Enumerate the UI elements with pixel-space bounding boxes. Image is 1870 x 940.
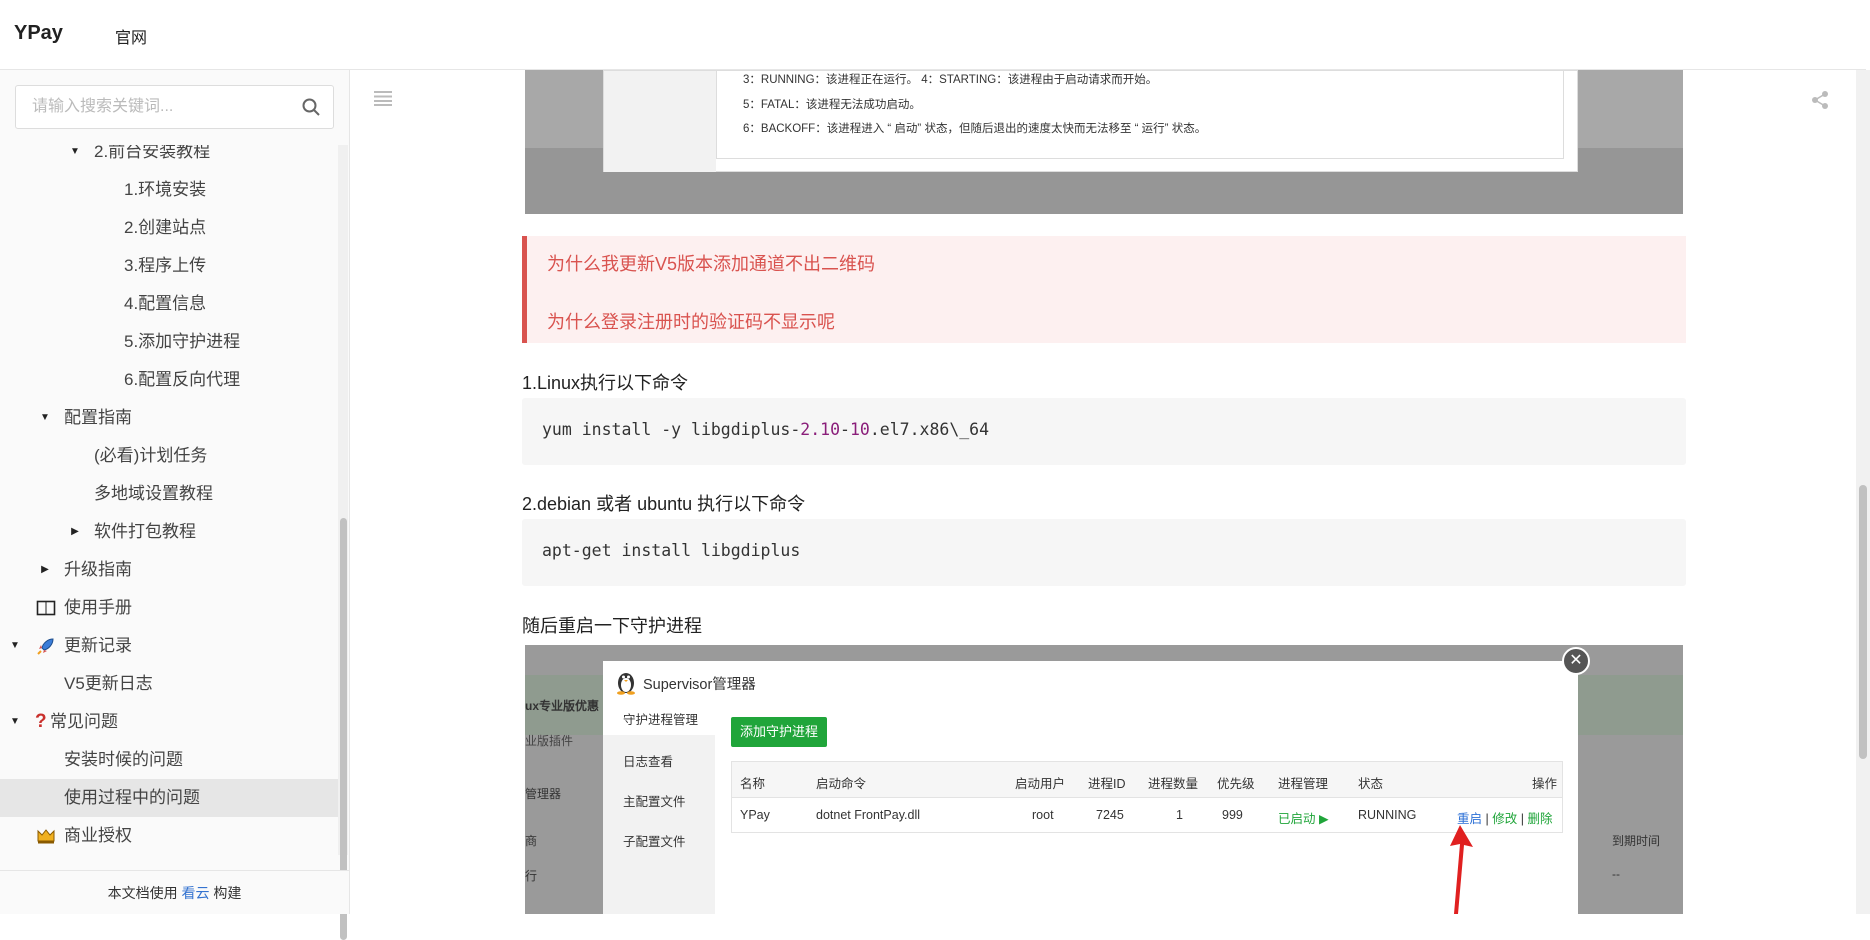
faq-link-captcha[interactable]: 为什么登录注册时的验证码不显示呢 [547, 308, 835, 334]
nav-item-reverse-proxy[interactable]: 6.配置反向代理 [0, 361, 338, 399]
doc-nav-tree: ▼ 2.前台安装教程 1.环境安装 2.创建站点 3.程序上传 4.配置信息 5… [0, 145, 338, 855]
side-sub-config: 子配置文件 [623, 835, 686, 849]
supervisor-dialog-title: Supervisor管理器 [643, 677, 756, 693]
nav-item-license[interactable]: 商业授权 [0, 817, 338, 855]
nav-item-config-info[interactable]: 4.配置信息 [0, 285, 338, 323]
supervisor-side-menu: 守护进程管理 日志查看 主配置文件 子配置文件 [603, 705, 715, 914]
nav-item-changelog[interactable]: ▼ 更新记录 [0, 627, 338, 665]
nav-item-usage-issues[interactable]: 使用过程中的问题 [0, 779, 338, 817]
nav-item-daemon[interactable]: 5.添加守护进程 [0, 323, 338, 361]
linux-heading: 1.Linux执行以下命令 [522, 373, 689, 393]
nav-item-packaging[interactable]: ▶ 软件打包教程 [0, 513, 338, 551]
nav-item-frontend-install[interactable]: ▼ 2.前台安装教程 [0, 145, 338, 171]
nav-item-config-guide[interactable]: ▼ 配置指南 [0, 399, 338, 437]
nav-item-create-site[interactable]: 2.创建站点 [0, 209, 338, 247]
side-log-view: 日志查看 [623, 755, 674, 769]
screenshot-dialog-content: 3：RUNNING：该进程正在运行。 4：STARTING：该进程由于启动请求而… [716, 71, 1564, 159]
nav-item-v5-changelog[interactable]: V5更新日志 [0, 665, 338, 703]
linux-penguin-icon [617, 673, 635, 695]
nav-item-env-install[interactable]: 1.环境安装 [0, 171, 338, 209]
top-navbar: YPay 官网 [0, 0, 1866, 70]
screenshot-dialog: 3：RUNNING：该进程正在运行。 4：STARTING：该进程由于启动请求而… [603, 70, 1578, 172]
supervisor-dialog: Supervisor管理器 守护进程管理 日志查看 主配置文件 子配置文件 添加… [603, 661, 1578, 914]
caret-down-icon[interactable]: ▼ [8, 627, 22, 665]
red-arrow-annotation [1450, 825, 1473, 914]
nav-item-faq[interactable]: ▼ ? 常见问题 [0, 703, 338, 741]
process-table: 名称 启动命令 启动用户 进程ID 进程数量 优先级 进程管理 状态 操作 YP… [731, 761, 1563, 833]
book-icon [36, 600, 56, 616]
code-block-apt: apt-get install libgdiplus [522, 519, 1686, 586]
caret-down-icon[interactable]: ▼ [68, 145, 82, 171]
side-main-config: 主配置文件 [623, 795, 686, 809]
caret-down-icon[interactable]: ▼ [38, 399, 52, 437]
status-docs-screenshot: 3：RUNNING：该进程正在运行。 4：STARTING：该进程由于启动请求而… [525, 70, 1683, 214]
caret-right-icon[interactable]: ▶ [38, 551, 52, 589]
restart-link: 重启 [1457, 812, 1483, 826]
sidebar: ▼ 2.前台安装教程 1.环境安装 2.创建站点 3.程序上传 4.配置信息 5… [0, 70, 350, 940]
official-site-link[interactable]: 官网 [115, 24, 147, 48]
screenshot-dialog-side [604, 71, 716, 172]
nav-item-upgrade[interactable]: ▶ 升级指南 [0, 551, 338, 589]
page-scrollbar-thumb[interactable] [1859, 485, 1867, 759]
edit-link: 修改 [1492, 812, 1518, 826]
search-input[interactable] [16, 86, 296, 128]
add-daemon-button: 添加守护进程 [731, 717, 827, 747]
crown-icon [37, 829, 55, 844]
kancloud-link[interactable]: 看云 [182, 885, 210, 901]
search-icon[interactable] [301, 97, 321, 117]
debian-heading: 2.debian 或者 ubuntu 执行以下命令 [522, 494, 806, 514]
side-daemon-manage: 守护进程管理 [603, 705, 715, 735]
search-box [15, 85, 334, 129]
site-logo[interactable]: YPay [14, 22, 63, 45]
faq-notice: 为什么我更新V5版本添加通道不出二维码 为什么登录注册时的验证码不显示呢 [522, 236, 1686, 343]
supervisor-screenshot: ux专业版优惠 业版插件 管理器 商 行 到期时间 -- Supervisor管… [525, 645, 1683, 914]
nav-item-manual[interactable]: 使用手册 [0, 589, 338, 627]
sidebar-footer: 本文档使用 看云 构建 [0, 870, 349, 914]
list-icon[interactable] [374, 90, 392, 106]
question-icon: ? [35, 711, 47, 732]
nav-item-upload[interactable]: 3.程序上传 [0, 247, 338, 285]
caret-right-icon[interactable]: ▶ [68, 513, 82, 551]
share-icon[interactable] [1811, 90, 1829, 110]
close-icon: ✕ [1562, 647, 1590, 675]
restart-heading: 随后重启一下守护进程 [522, 616, 702, 636]
nav-item-install-issues[interactable]: 安装时候的问题 [0, 741, 338, 779]
nav-item-multi-region[interactable]: 多地域设置教程 [0, 475, 338, 513]
caret-down-icon[interactable]: ▼ [8, 703, 22, 741]
code-block-yum: yum install -y libgdiplus-2.10-10.el7.x8… [522, 398, 1686, 465]
delete-link: 删除 [1527, 812, 1553, 826]
nav-item-cron[interactable]: (必看)计划任务 [0, 437, 338, 475]
faq-link-qrcode[interactable]: 为什么我更新V5版本添加通道不出二维码 [547, 250, 875, 276]
rocket-icon [37, 638, 54, 655]
